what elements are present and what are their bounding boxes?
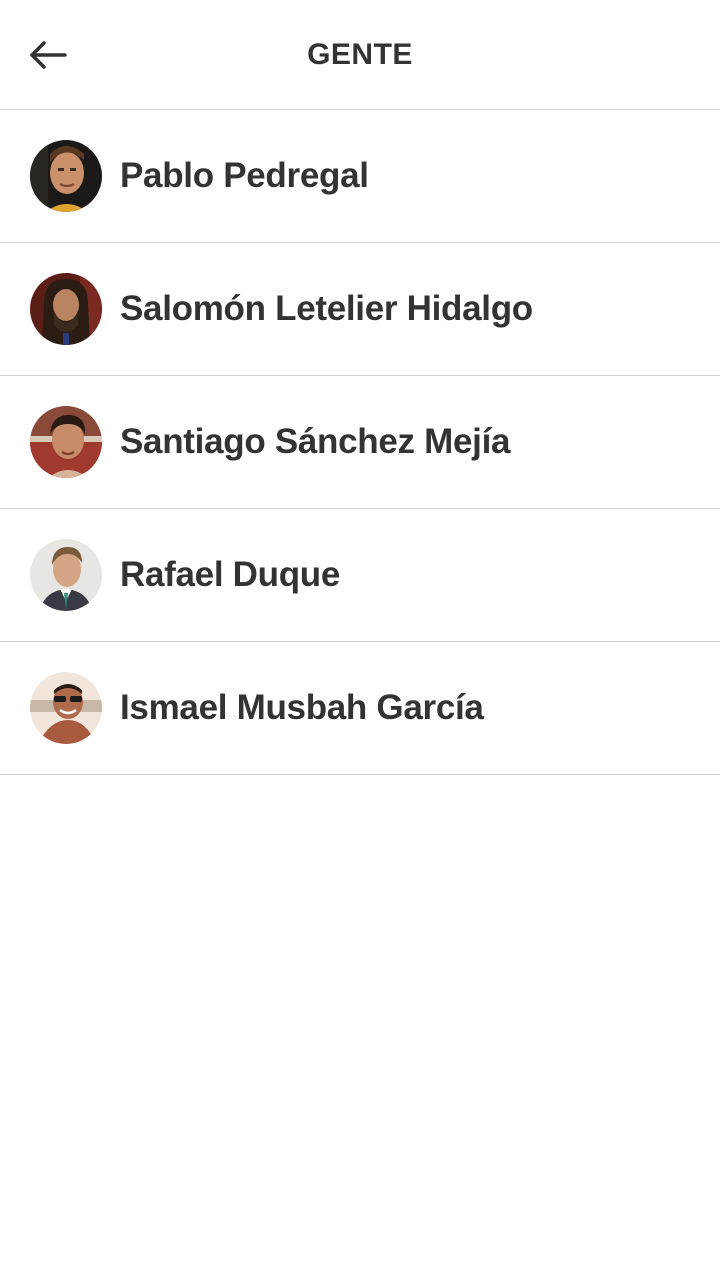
person-name: Santiago Sánchez Mejía [120,422,511,461]
top-bar: GENTE [0,0,720,110]
people-list: Pablo Pedregal Salomón Letelier Hidalgo [0,110,720,775]
person-row[interactable]: Ismael Musbah García [0,642,720,775]
avatar [30,539,102,611]
avatar [30,273,102,345]
people-screen: GENTE Pablo Pedregal Salomón Letelier Hi… [0,0,720,1280]
person-name: Rafael Duque [120,555,341,594]
person-name: Salomón Letelier Hidalgo [120,289,533,328]
avatar [30,140,102,212]
avatar [30,406,102,478]
person-name: Pablo Pedregal [120,156,369,195]
person-name: Ismael Musbah García [120,688,484,727]
person-row[interactable]: Santiago Sánchez Mejía [0,376,720,509]
person-row[interactable]: Salomón Letelier Hidalgo [0,243,720,376]
avatar [30,672,102,744]
person-row[interactable]: Pablo Pedregal [0,110,720,243]
person-row[interactable]: Rafael Duque [0,509,720,642]
page-title: GENTE [307,38,413,71]
